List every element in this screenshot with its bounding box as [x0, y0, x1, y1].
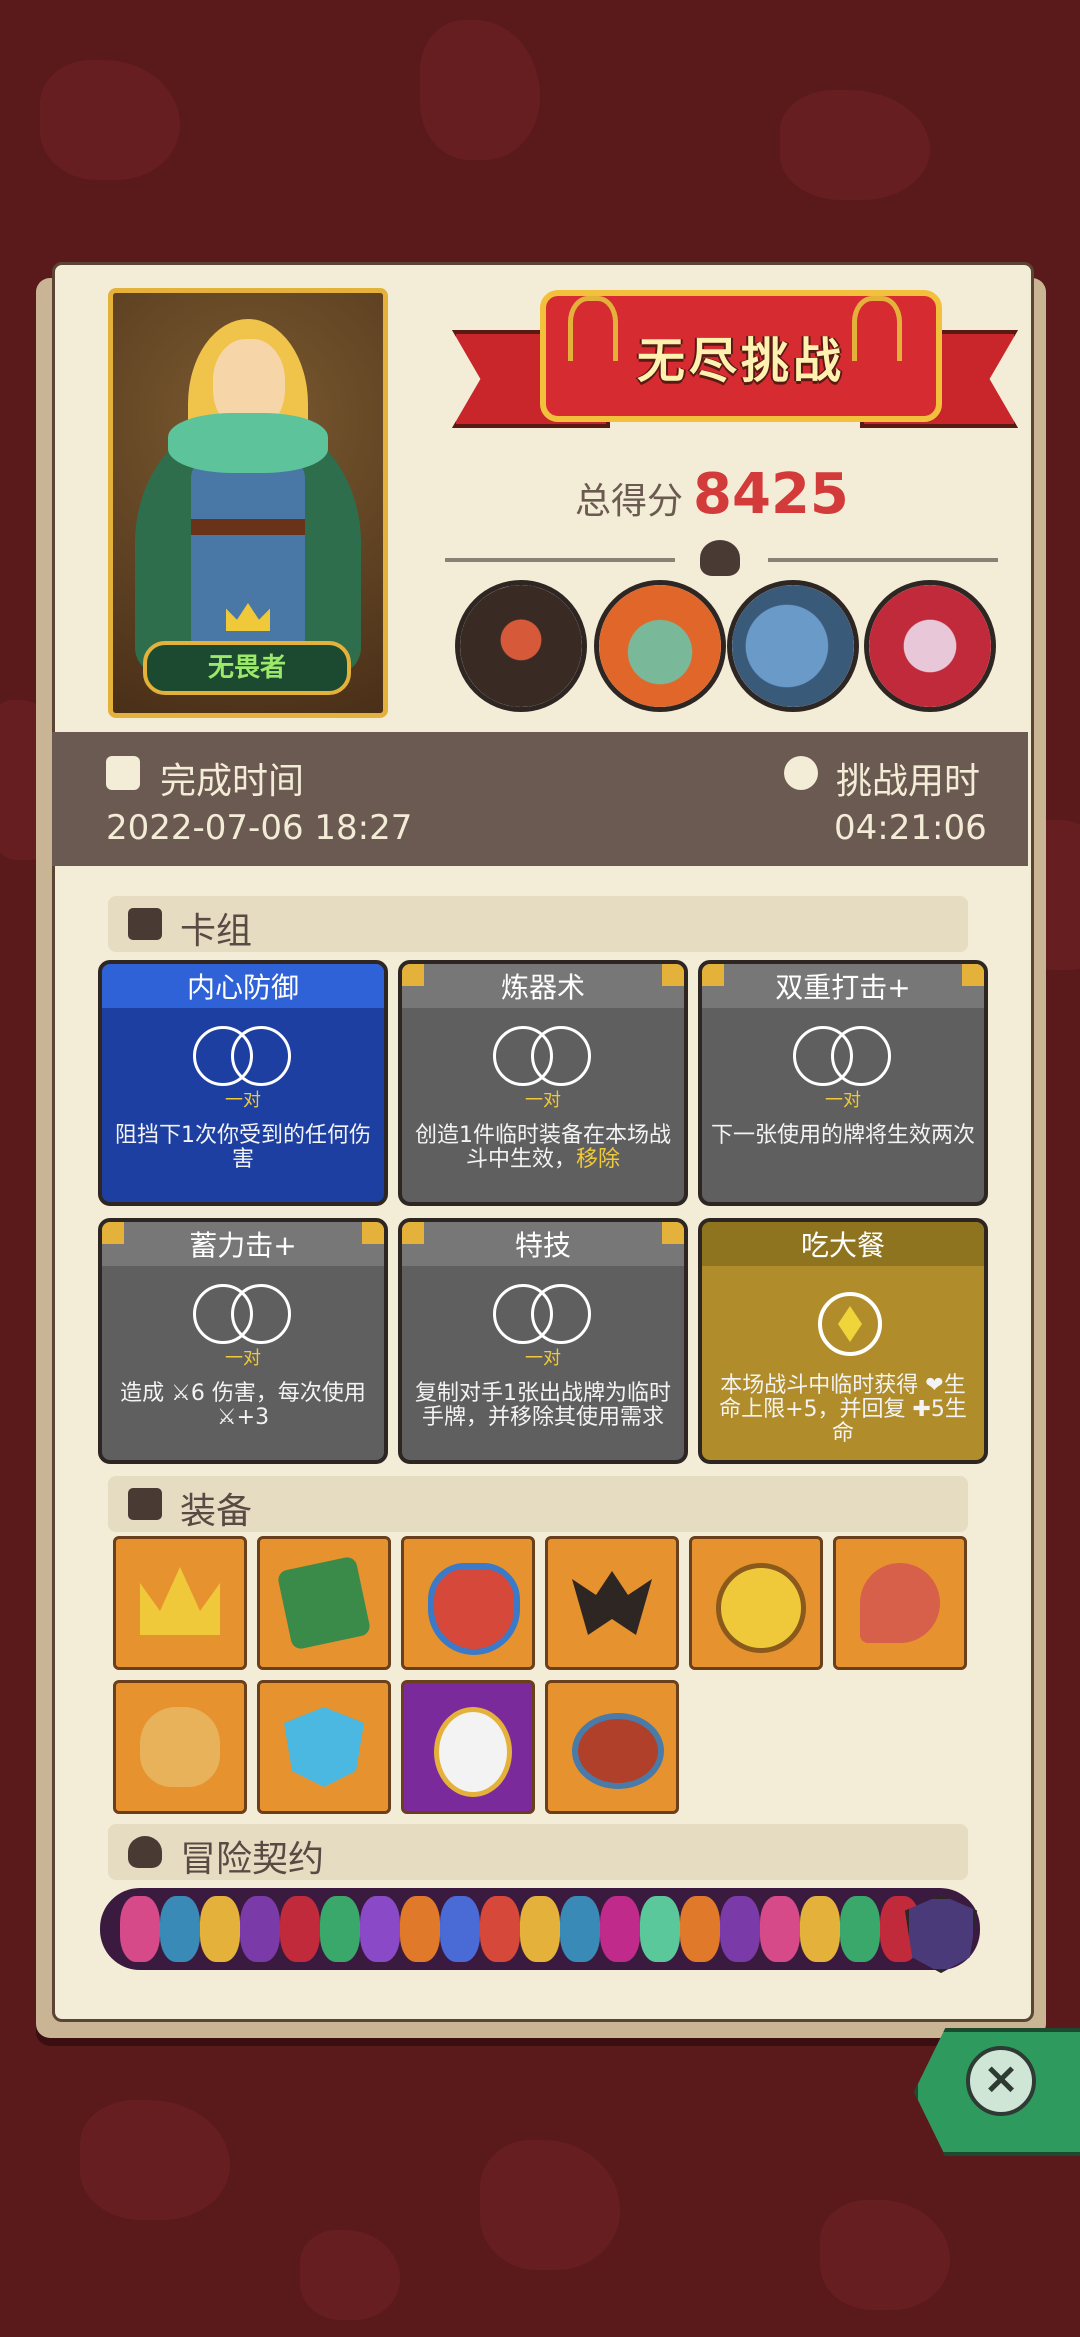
divider-left — [445, 558, 675, 562]
antler-left-icon — [568, 296, 618, 361]
cube-icon — [128, 1488, 162, 1520]
pair-icon — [193, 1026, 293, 1086]
equipment-slot[interactable] — [833, 1536, 967, 1670]
pair-icon — [493, 1284, 593, 1344]
card-title: 蓄力击+ — [189, 1229, 297, 1262]
duration-value: 04:21:06 — [834, 808, 987, 848]
cards-icon — [128, 908, 162, 940]
pair-icon — [793, 1026, 893, 1086]
bat-wings-icon — [572, 1571, 652, 1635]
antler-right-icon — [852, 296, 902, 361]
deck-card[interactable]: 内心防御 一对 阻挡下1次你受到的任何伤害 — [98, 960, 388, 1206]
deck-section-header: 卡组 — [108, 896, 968, 952]
coin-icon — [716, 1563, 806, 1653]
finish-time-label: 完成时间 — [160, 761, 305, 802]
boss-portrait[interactable] — [727, 580, 859, 712]
total-score: 总得分 8425 — [575, 462, 849, 527]
divider-right — [768, 558, 998, 562]
shield-icon — [284, 1707, 364, 1787]
card-title: 双重打击+ — [775, 971, 911, 1004]
equipment-slot[interactable] — [257, 1536, 391, 1670]
deck-title: 卡组 — [180, 911, 253, 952]
close-icon[interactable]: × — [966, 2046, 1036, 2116]
card-description: 阻挡下1次你受到的任何伤害 — [115, 1123, 371, 1172]
card-pair-label: 一对 — [225, 1090, 261, 1111]
crown-icon — [140, 1567, 220, 1635]
card-pair-label: 一对 — [825, 1090, 861, 1111]
card-title: 吃大餐 — [800, 1229, 885, 1262]
boss-portrait[interactable] — [594, 580, 726, 712]
equipment-slot[interactable] — [545, 1536, 679, 1670]
equipment-slot[interactable] — [401, 1680, 535, 1814]
finish-time-value: 2022-07-06 18:27 — [106, 808, 413, 848]
card-title: 炼器术 — [500, 971, 585, 1004]
mask-icon — [428, 1563, 520, 1655]
card-pair-label: 一对 — [225, 1348, 261, 1369]
card-pair-label: 一对 — [525, 1348, 561, 1369]
deck-card[interactable]: 炼器术 一对 创造1件临时装备在本场战斗中生效，移除 — [398, 960, 688, 1206]
card-title: 特技 — [514, 1229, 571, 1262]
spellbook-icon — [276, 1555, 372, 1651]
card-description: 本场战斗中临时获得 ❤生命上限+5，并回复 ✚5生命 — [719, 1373, 967, 1446]
person-icon — [128, 1836, 162, 1868]
hero-portrait[interactable]: 无畏者 — [108, 288, 388, 718]
card-pair-label: 一对 — [525, 1090, 561, 1111]
skull-icon — [700, 540, 740, 576]
card-description: 复制对手1张出战牌为临时手牌，并移除其使用需求 — [415, 1381, 671, 1430]
banner-title: 无尽挑战 — [636, 333, 845, 389]
contracts-section-header: 冒险契约 — [108, 1824, 968, 1880]
card-description: 造成 ⚔6 伤害，每次使用 ⚔+3 — [120, 1381, 366, 1430]
duration-label: 挑战用时 — [836, 761, 981, 802]
hero-name: 无畏者 — [143, 641, 351, 695]
diamond-icon — [818, 1292, 882, 1356]
contracts-title: 冒险契约 — [180, 1839, 325, 1880]
score-value: 8425 — [693, 462, 849, 527]
deck-card[interactable]: 双重打击+ 一对 下一张使用的牌将生效两次 — [698, 960, 988, 1206]
money-bag-icon — [140, 1707, 220, 1787]
deck-card[interactable]: 蓄力击+ 一对 造成 ⚔6 伤害，每次使用 ⚔+3 — [98, 1218, 388, 1464]
card-title: 内心防御 — [186, 971, 299, 1004]
equipment-slot[interactable] — [257, 1680, 391, 1814]
contract-strip[interactable] — [100, 1888, 980, 1970]
equipment-slot[interactable] — [689, 1536, 823, 1670]
card-description: 创造1件临时装备在本场战斗中生效，移除 — [415, 1123, 671, 1172]
equipment-slot[interactable] — [401, 1536, 535, 1670]
mirror-icon — [434, 1707, 512, 1797]
deck-card[interactable]: 特技 一对 复制对手1张出战牌为临时手牌，并移除其使用需求 — [398, 1218, 688, 1464]
boss-portrait[interactable] — [455, 580, 587, 712]
boss-portrait[interactable] — [864, 580, 996, 712]
bowl-icon — [572, 1713, 664, 1789]
equipment-section-header: 装备 — [108, 1476, 968, 1532]
card-description: 下一张使用的牌将生效两次 — [710, 1123, 975, 1148]
score-label: 总得分 — [575, 481, 684, 522]
time-info-strip: 完成时间 挑战用时 2022-07-06 18:27 04:21:06 — [52, 732, 1028, 866]
pair-icon — [193, 1284, 293, 1344]
stopwatch-icon — [784, 756, 818, 790]
meat-icon — [860, 1563, 940, 1643]
deck-card[interactable]: 吃大餐 本场战斗中临时获得 ❤生命上限+5，并回复 ✚5生命 — [698, 1218, 988, 1464]
film-icon — [106, 756, 140, 790]
equipment-slot[interactable] — [545, 1680, 679, 1814]
equipment-title: 装备 — [180, 1491, 253, 1532]
equipment-slot[interactable] — [113, 1680, 247, 1814]
pair-icon — [493, 1026, 593, 1086]
equipment-slot[interactable] — [113, 1536, 247, 1670]
